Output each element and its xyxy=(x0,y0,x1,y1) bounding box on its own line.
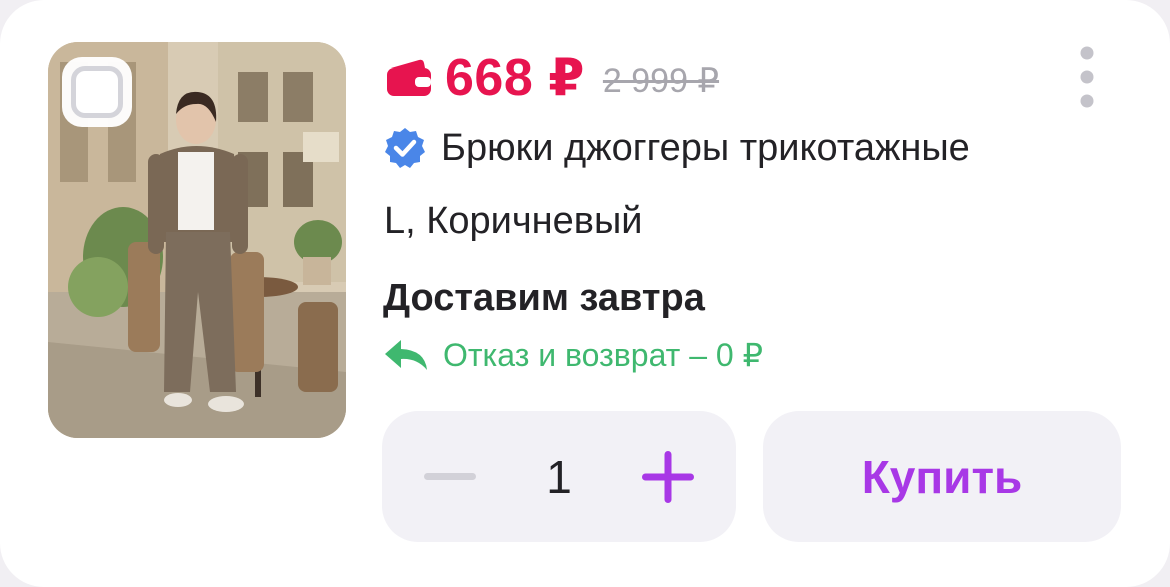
select-checkbox[interactable] xyxy=(62,57,132,127)
return-policy-row: Отказ и возврат – 0 ₽ xyxy=(383,336,763,374)
quantity-stepper: 1 xyxy=(382,411,736,542)
more-vertical-icon[interactable] xyxy=(1072,44,1102,110)
title-row: Брюки джоггеры трикотажные xyxy=(383,126,970,170)
product-card: 668 ₽ 2 999 ₽ Брюки джоггеры трикотажные… xyxy=(0,0,1170,587)
increase-quantity-button[interactable] xyxy=(608,411,728,542)
old-price: 2 999 ₽ xyxy=(602,62,720,100)
price-row: 668 ₽ 2 999 ₽ xyxy=(385,48,719,108)
buy-button[interactable]: Купить xyxy=(763,411,1121,542)
return-arrow-icon xyxy=(385,340,427,370)
minus-icon xyxy=(424,472,476,480)
product-variant: L, Коричневый xyxy=(384,200,643,242)
decrease-quantity-button[interactable] xyxy=(390,411,510,542)
delivery-info: Доставим завтра xyxy=(383,277,705,319)
current-price: 668 ₽ xyxy=(445,49,585,107)
wallet-icon xyxy=(387,59,431,96)
plus-icon xyxy=(642,450,694,503)
quantity-value: 1 xyxy=(546,450,572,503)
return-policy-text: Отказ и возврат – 0 ₽ xyxy=(443,337,763,373)
checkbox-inner xyxy=(71,66,123,118)
product-title[interactable]: Брюки джоггеры трикотажные xyxy=(441,127,970,170)
verified-check-icon xyxy=(385,128,425,168)
